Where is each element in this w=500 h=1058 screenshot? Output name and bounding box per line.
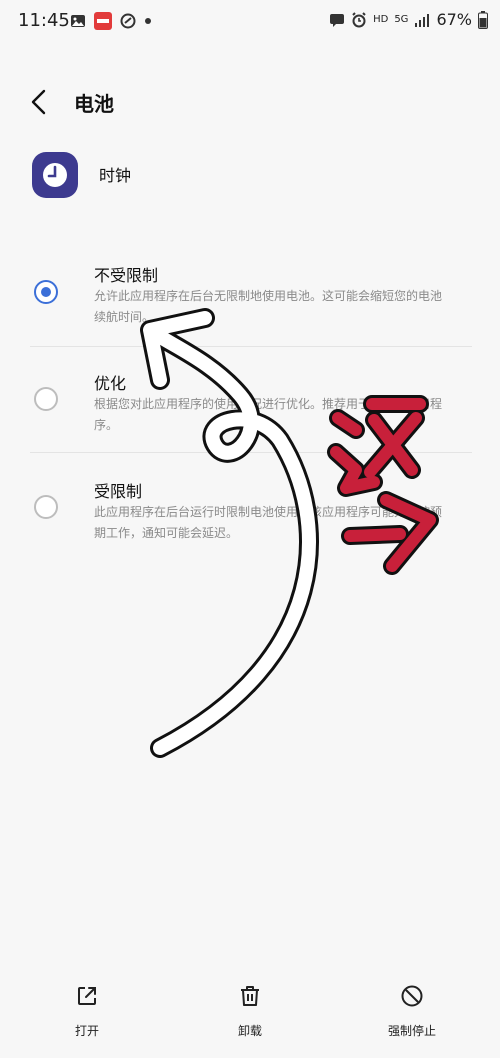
option-title: 优化 <box>94 374 127 393</box>
battery-percent: 67% <box>436 10 472 29</box>
back-arrow-icon[interactable] <box>24 88 52 116</box>
trash-icon <box>241 986 259 1006</box>
app-header: 电池 <box>0 80 500 124</box>
alarm-icon <box>352 11 366 27</box>
option-optimized[interactable]: 优化 根据您对此应用程序的使用情况进行优化。推荐用于大多数应用程序。 <box>0 366 500 452</box>
option-restricted[interactable]: 受限制 此应用程序在后台运行时限制电池使用。该应用程序可能无法按预期工作，通知可… <box>0 474 500 564</box>
status-time: 11:45 <box>18 10 70 31</box>
force-stop-button[interactable]: 强制停止 <box>362 980 462 1050</box>
open-button[interactable]: 打开 <box>37 980 137 1050</box>
radio-restricted[interactable] <box>34 495 58 519</box>
signal-tool-icon <box>120 13 136 29</box>
notification-icons <box>70 12 152 30</box>
clock-icon <box>43 163 67 187</box>
option-description: 允许此应用程序在后台无限制地使用电池。这可能会缩短您的电池续航时间。 <box>94 289 443 324</box>
gallery-icon <box>71 15 85 27</box>
uninstall-button[interactable]: 卸载 <box>200 980 300 1050</box>
option-description: 根据您对此应用程序的使用情况进行优化。推荐用于大多数应用程序。 <box>94 397 443 432</box>
divider <box>30 452 472 453</box>
radio-unrestricted[interactable] <box>34 280 58 304</box>
bottom-action-bar: 打开 卸载 强制停止 <box>0 980 500 1058</box>
status-bar: 11:45 HD 5G 67% <box>0 0 500 44</box>
battery-icon <box>478 10 488 29</box>
page-title: 电池 <box>74 92 114 116</box>
stop-icon <box>401 985 423 1007</box>
option-description: 此应用程序在后台运行时限制电池使用。该应用程序可能无法按预期工作，通知可能会延迟… <box>94 505 443 540</box>
dot-icon <box>145 18 151 24</box>
network-indicator: 5G <box>394 14 409 25</box>
hd-indicator: HD <box>373 14 389 25</box>
open-label: 打开 <box>74 1024 99 1038</box>
news-app-icon <box>94 12 112 30</box>
radio-optimized[interactable] <box>34 387 58 411</box>
system-icons: HD 5G 67% <box>329 10 488 29</box>
force-stop-label: 强制停止 <box>387 1024 436 1038</box>
option-unrestricted[interactable]: 不受限制 允许此应用程序在后台无限制地使用电池。这可能会缩短您的电池续航时间。 <box>0 258 500 346</box>
uninstall-label: 卸载 <box>237 1024 262 1038</box>
option-title: 受限制 <box>94 482 143 501</box>
signal-icon <box>415 13 430 27</box>
open-external-icon <box>78 987 96 1005</box>
clock-app-icon <box>32 152 78 198</box>
app-name: 时钟 <box>99 166 132 185</box>
message-icon <box>330 13 345 27</box>
option-title: 不受限制 <box>94 266 159 285</box>
divider <box>30 346 472 347</box>
